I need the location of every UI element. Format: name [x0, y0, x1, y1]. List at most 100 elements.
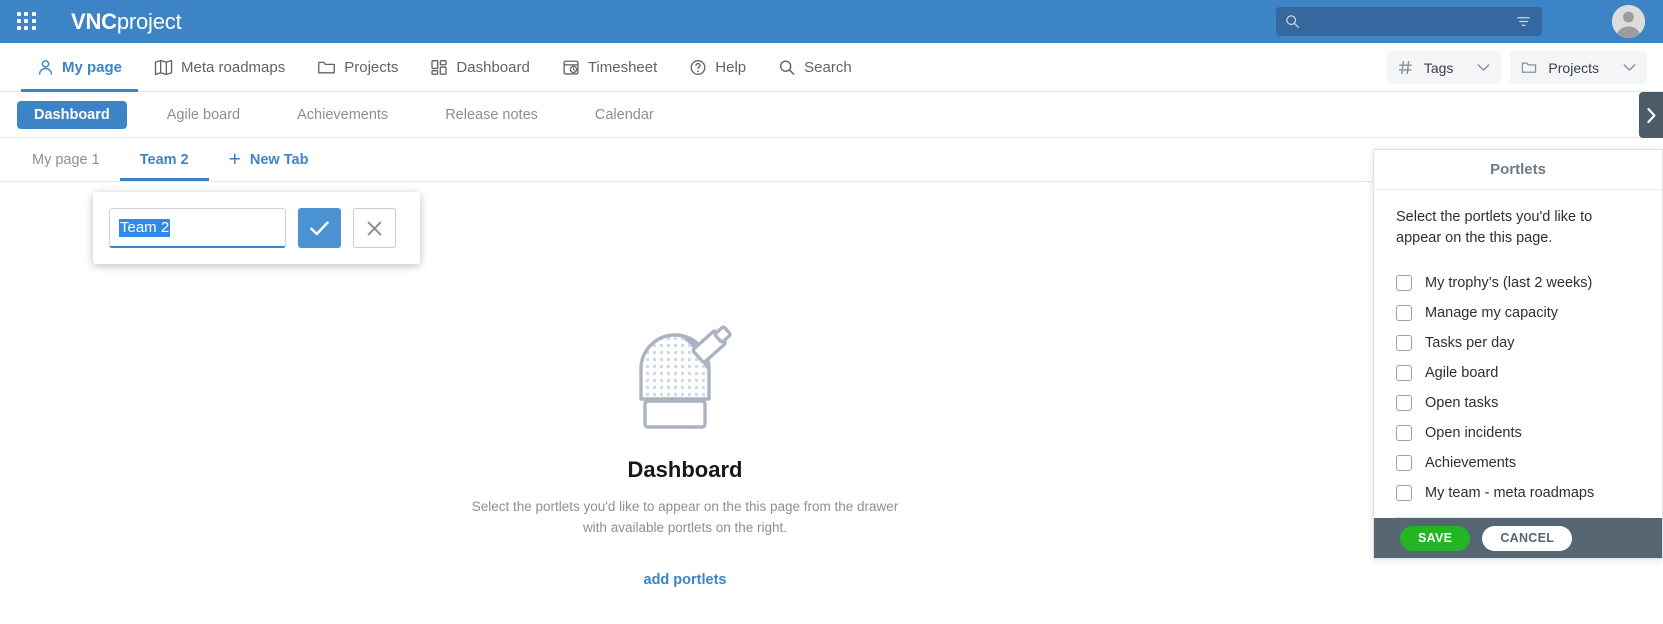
- page-tab-team-2[interactable]: Team 2: [120, 138, 209, 181]
- portlets-drawer: Portlets Select the portlets you'd like …: [1373, 149, 1663, 559]
- portlet-option-my-trophys[interactable]: My trophy’s (last 2 weeks): [1396, 268, 1640, 298]
- nav-item-meta-roadmaps[interactable]: Meta roadmaps: [138, 43, 301, 92]
- portlet-option-agile-board[interactable]: Agile board: [1396, 358, 1640, 388]
- page-tab-label: Team 2: [139, 151, 189, 168]
- portlet-label: Tasks per day: [1425, 335, 1515, 352]
- chevron-down-icon: [1623, 64, 1636, 71]
- new-tab-label: New Tab: [249, 151, 309, 168]
- tab-release-notes[interactable]: Release notes: [428, 101, 555, 129]
- chevron-down-icon: [1477, 64, 1490, 71]
- nav-label-dashboard: Dashboard: [456, 58, 530, 76]
- checkbox-icon[interactable]: [1396, 365, 1412, 382]
- projects-select-label: Projects: [1548, 59, 1599, 76]
- portlets-footer: SAVE CANCEL: [1374, 518, 1662, 558]
- timesheet-icon: [563, 60, 579, 75]
- person-icon: [38, 59, 53, 75]
- brand-logo[interactable]: VNCproject: [71, 9, 182, 35]
- portlet-option-open-incidents[interactable]: Open incidents: [1396, 418, 1640, 448]
- portlet-option-my-team-meta-roadmaps[interactable]: My team - meta roadmaps: [1396, 478, 1640, 508]
- portlets-intro-text: Select the portlets you'd like to appear…: [1396, 209, 1593, 247]
- nav-item-search[interactable]: Search: [762, 43, 868, 92]
- nav-item-dashboard[interactable]: Dashboard: [414, 43, 545, 92]
- portlets-panel-title: Portlets: [1374, 150, 1662, 191]
- tab-achievements[interactable]: Achievements: [280, 101, 405, 129]
- checkbox-icon[interactable]: [1396, 455, 1412, 472]
- nav-label-meta-roadmaps: Meta roadmaps: [181, 58, 286, 76]
- cancel-button[interactable]: CANCEL: [1482, 525, 1573, 551]
- close-icon: [367, 221, 382, 235]
- portlet-option-achievements[interactable]: Achievements: [1396, 448, 1640, 478]
- brand-name-light: project: [116, 8, 182, 34]
- portlet-label: Open tasks: [1425, 395, 1499, 412]
- rename-confirm-button[interactable]: [298, 208, 341, 248]
- portlet-label: My team - meta roadmaps: [1425, 485, 1595, 502]
- portlet-option-manage-my-capacity[interactable]: Manage my capacity: [1396, 298, 1640, 328]
- grid-icon: [431, 59, 448, 75]
- portlet-label: Open incidents: [1425, 425, 1522, 442]
- projects-select[interactable]: Projects: [1510, 51, 1647, 84]
- nav-item-help[interactable]: Help: [673, 43, 762, 92]
- drawer-toggle-button[interactable]: [1639, 92, 1663, 138]
- folder-icon: [318, 61, 336, 73]
- nav-item-timesheet[interactable]: Timesheet: [546, 43, 673, 92]
- tab-calendar-label: Calendar: [594, 106, 654, 123]
- rename-cancel-button[interactable]: [353, 208, 396, 248]
- nav-label-help: Help: [715, 58, 747, 76]
- brand-name-bold: VNC: [71, 8, 117, 34]
- portlet-option-tasks-per-day[interactable]: Tasks per day: [1396, 328, 1640, 358]
- apps-grid-icon[interactable]: [14, 9, 40, 35]
- checkbox-icon[interactable]: [1396, 425, 1412, 442]
- portlets-checkbox-list: My trophy’s (last 2 weeks) Manage my cap…: [1396, 268, 1640, 508]
- checkbox-icon[interactable]: [1396, 305, 1412, 322]
- nav-right-filters: Tags Projects: [1386, 51, 1647, 84]
- empty-state-description: Select the portlets you'd like to appear…: [471, 499, 899, 535]
- checkbox-icon[interactable]: [1396, 485, 1412, 502]
- main-navigation: My page Meta roadmaps Projects Dashboard: [0, 43, 1663, 92]
- add-portlets-link[interactable]: add portlets: [644, 572, 727, 588]
- save-button[interactable]: SAVE: [1400, 525, 1471, 551]
- rename-tab-input[interactable]: [109, 208, 286, 248]
- portlet-option-open-tasks[interactable]: Open tasks: [1396, 388, 1640, 418]
- rename-input-wrapper: Team 2: [109, 208, 286, 248]
- tab-release-notes-label: Release notes: [445, 106, 538, 123]
- global-search-input[interactable]: [1307, 14, 1516, 29]
- rename-tab-popup: Team 2: [93, 192, 420, 264]
- folder-icon: [1522, 62, 1537, 73]
- map-icon: [154, 59, 173, 75]
- avatar[interactable]: [1612, 5, 1645, 38]
- nav-item-projects[interactable]: Projects: [301, 43, 414, 92]
- nav-item-my-page[interactable]: My page: [21, 43, 138, 92]
- portlets-panel-body: Select the portlets you'd like to appear…: [1374, 190, 1662, 508]
- checkbox-icon[interactable]: [1396, 395, 1412, 412]
- portlet-label: Agile board: [1425, 365, 1499, 382]
- tags-select[interactable]: Tags: [1386, 51, 1502, 84]
- filter-icon[interactable]: [1516, 14, 1531, 29]
- hash-icon: [1398, 60, 1412, 75]
- tab-achievements-label: Achievements: [297, 106, 389, 123]
- new-tab-button[interactable]: + New Tab: [209, 138, 329, 181]
- nav-label-search: Search: [804, 58, 852, 76]
- portlet-label: Manage my capacity: [1425, 305, 1558, 322]
- page-title: Dashboard: [627, 457, 743, 482]
- checkbox-icon[interactable]: [1396, 335, 1412, 352]
- sub-navigation: Dashboard Agile board Achievements Relea…: [0, 92, 1663, 138]
- nav-label-timesheet: Timesheet: [587, 58, 658, 76]
- global-search-box[interactable]: [1276, 7, 1542, 36]
- tags-select-label: Tags: [1423, 59, 1454, 76]
- user-avatar-icon: [1612, 5, 1645, 38]
- page-tab-label: My page 1: [32, 151, 100, 168]
- nav-label-my-page: My page: [62, 58, 123, 76]
- help-icon: [690, 59, 706, 75]
- observatory-telescope-icon: [639, 325, 732, 429]
- tab-calendar[interactable]: Calendar: [578, 101, 671, 129]
- tab-dashboard[interactable]: Dashboard: [17, 100, 127, 129]
- checkbox-icon[interactable]: [1396, 275, 1412, 292]
- portlet-label: My trophy’s (last 2 weeks): [1425, 275, 1593, 292]
- page-tab-my-page-1[interactable]: My page 1: [12, 138, 120, 181]
- tab-dashboard-label: Dashboard: [34, 106, 110, 123]
- nav-label-projects: Projects: [344, 58, 399, 76]
- search-icon: [780, 59, 795, 75]
- check-icon: [310, 220, 329, 235]
- top-header-bar: VNCproject: [0, 0, 1663, 43]
- tab-agile-board[interactable]: Agile board: [150, 101, 257, 129]
